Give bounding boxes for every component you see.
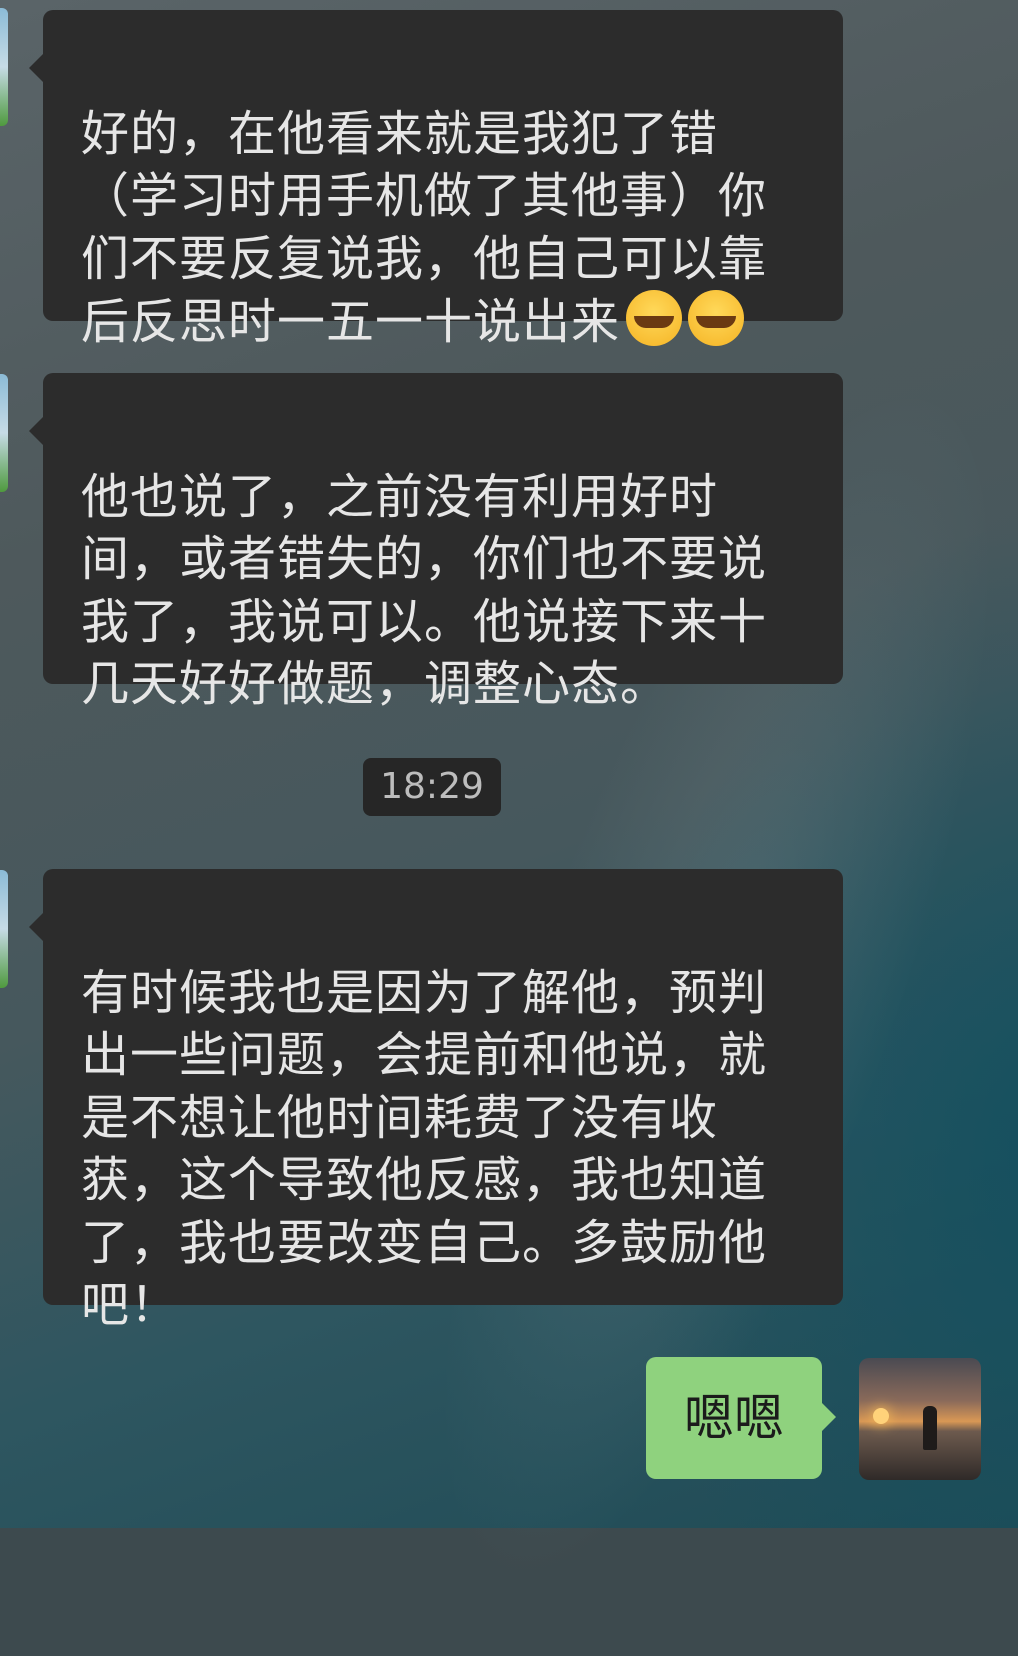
my-avatar[interactable] xyxy=(859,1358,981,1480)
contact-avatar[interactable] xyxy=(0,8,8,126)
contact-avatar[interactable] xyxy=(0,374,8,492)
chat-timestamp: 18:29 xyxy=(363,758,501,816)
message-text: 有时候我也是因为了解他，预判 出一些问题，会提前和他说，就 是不想让他时间耗费了… xyxy=(81,964,768,1334)
sunset-sun-icon xyxy=(873,1408,889,1424)
message-bubble-incoming[interactable]: 有时候我也是因为了解他，预判 出一些问题，会提前和他说，就 是不想让他时间耗费了… xyxy=(29,869,843,1333)
person-silhouette-icon xyxy=(923,1406,937,1450)
message-text: 他也说了，之前没有利用好时 间，或者错失的，你们也不要说 我了，我说可以。他说接… xyxy=(81,468,768,713)
crying-laughing-icon xyxy=(626,290,683,346)
message-bubble-incoming[interactable]: 他也说了，之前没有利用好时 间，或者错失的，你们也不要说 我了，我说可以。他说接… xyxy=(29,373,843,712)
message-bubble-incoming[interactable]: 好的，在他看来就是我犯了错 （学习时用手机做了其他事）你 们不要反复说我，他自己… xyxy=(29,10,843,350)
contact-avatar[interactable] xyxy=(0,870,8,988)
crying-laughing-icon xyxy=(688,290,745,346)
message-bubble-outgoing[interactable]: 嗯嗯 xyxy=(646,1357,836,1479)
message-text: 嗯嗯 xyxy=(684,1389,784,1447)
